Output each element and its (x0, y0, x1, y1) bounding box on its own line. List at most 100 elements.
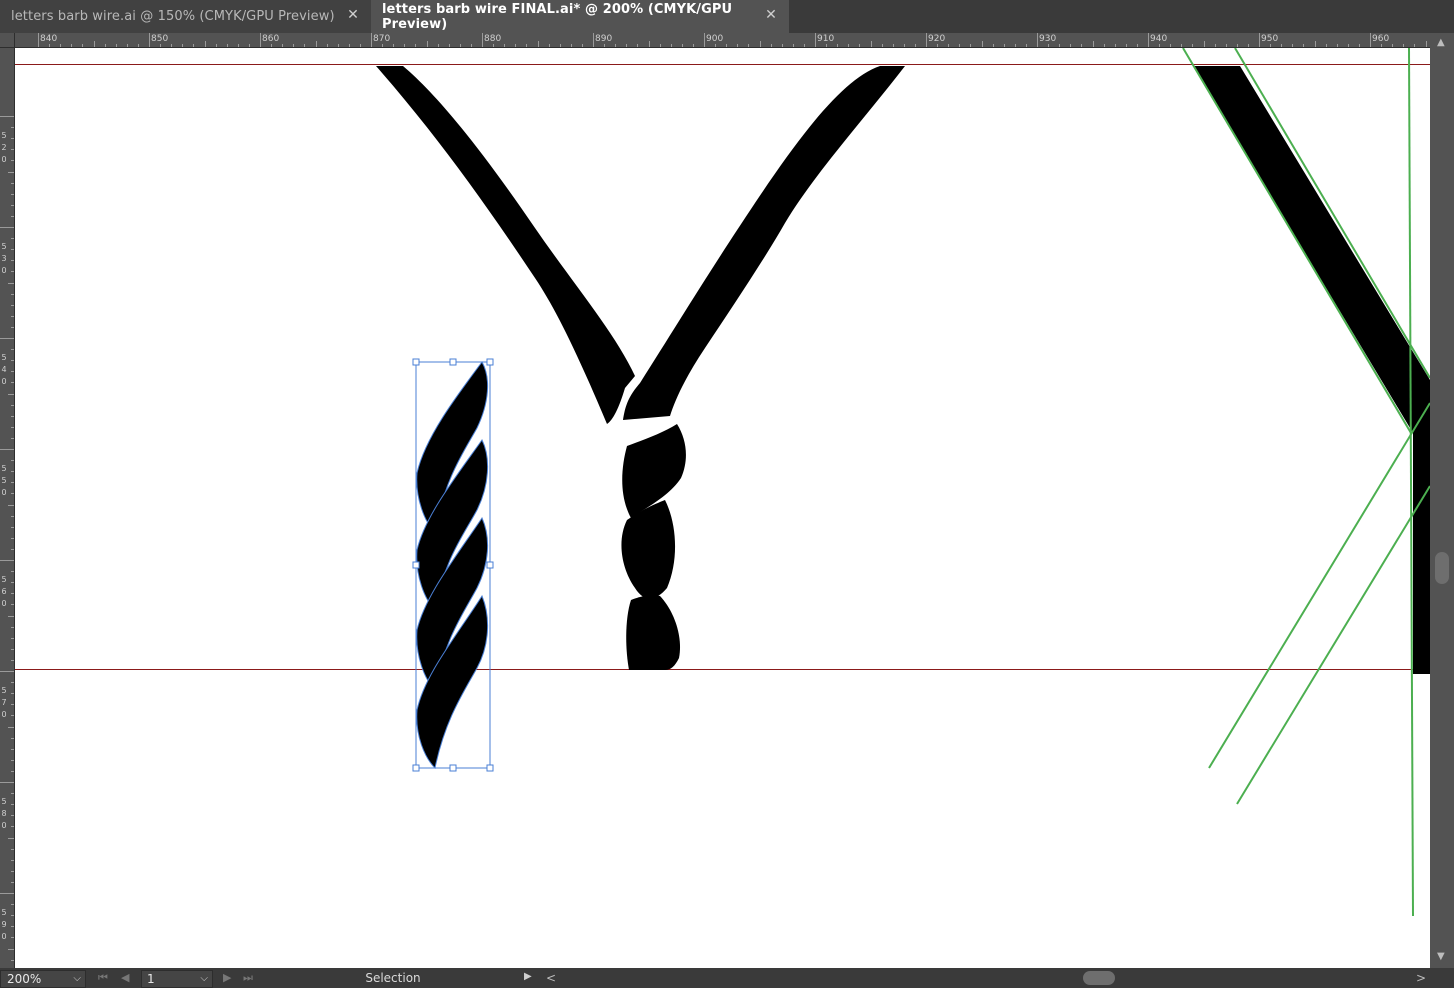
ruler-tick (881, 44, 883, 47)
ruler-tick (1014, 44, 1016, 47)
ruler-label: 930 (1039, 34, 1057, 44)
ruler-label: 520 (1, 131, 7, 164)
horizontal-scrollbar[interactable]: < > (540, 968, 1430, 988)
horizontal-ruler[interactable]: 840 850 860 870 880 890 900 910 920 930 940 950 960 (15, 33, 1430, 48)
ruler-tick (448, 44, 450, 47)
y-stem-twist-1[interactable] (622, 424, 686, 518)
ruler-tick (1092, 41, 1094, 47)
ruler-origin[interactable] (0, 33, 15, 48)
ruler-tick (137, 44, 139, 47)
ruler-tick (1048, 44, 1050, 47)
last-artboard-icon[interactable]: ⏭ (243, 971, 253, 985)
ruler-tick (11, 460, 14, 462)
ruler-tick (426, 41, 428, 47)
horizontal-scroll-thumb[interactable] (1083, 971, 1115, 985)
ruler-tick (11, 793, 14, 795)
status-bar: 200% ⌵ ⏮ ◀ 1 ⌵ ▶ ⏭ Selection ▶ < > (0, 968, 1454, 988)
vertical-ruler[interactable]: 520 530 540 550 560 570 580 590 (0, 48, 15, 968)
ruler-tick (11, 138, 14, 140)
artboard-number-select[interactable]: 1 ⌵ (141, 970, 213, 988)
ruler-tick (681, 44, 683, 47)
ruler-tick (11, 748, 14, 750)
ruler-tick (803, 44, 805, 47)
scroll-right-arrow[interactable]: > (1416, 971, 1426, 985)
ruler-tick (992, 44, 994, 47)
ruler-tick (60, 44, 62, 47)
tab-letters-barb-wire-final[interactable]: letters barb wire FINAL.ai* @ 200% (CMYK… (371, 0, 789, 33)
ruler-tick (11, 426, 14, 428)
ruler-tick (11, 593, 14, 595)
ruler-tick (704, 33, 705, 47)
ruler-tick (149, 33, 150, 47)
ruler-tick (11, 304, 14, 306)
ruler-tick (11, 360, 14, 362)
close-icon[interactable]: ✕ (347, 7, 359, 23)
ruler-tick (11, 415, 14, 417)
ruler-tick (1170, 44, 1172, 47)
scroll-left-arrow[interactable]: < (546, 971, 556, 985)
ruler-tick (1148, 33, 1149, 47)
ruler-tick (11, 215, 14, 217)
ruler-tick (11, 437, 14, 439)
ruler-tick (726, 44, 728, 47)
ruler-tick (11, 404, 14, 406)
ruler-label: 560 (1, 575, 7, 608)
ruler-tick (1425, 41, 1427, 47)
ruler-tick (1414, 44, 1416, 47)
ruler-tick (1081, 44, 1083, 47)
zoom-level-select[interactable]: 200% ⌵ (0, 970, 86, 988)
vertical-scrollbar[interactable]: ▲ ▼ (1430, 33, 1454, 968)
ruler-tick (937, 44, 939, 47)
ruler-tick (8, 837, 14, 839)
ruler-tick (1070, 44, 1072, 47)
ruler-tick (237, 44, 239, 47)
ruler-tick (11, 870, 14, 872)
scroll-up-arrow[interactable]: ▲ (1437, 37, 1445, 48)
tab-letters-barb-wire[interactable]: letters barb wire.ai @ 150% (CMYK/GPU Pr… (0, 0, 371, 33)
y-right-arm[interactable] (623, 66, 905, 420)
ruler-tick (38, 33, 39, 47)
ruler-tick (0, 893, 14, 894)
chevron-down-icon[interactable]: ⌵ (200, 971, 208, 987)
ruler-tick (1281, 44, 1283, 47)
artboard-number: 1 (147, 972, 155, 986)
ruler-tick (737, 44, 739, 47)
ruler-tick (11, 349, 14, 351)
ruler-tick (1381, 44, 1383, 47)
ruler-tick (8, 171, 14, 173)
status-menu-arrow-icon[interactable]: ▶ (524, 971, 532, 982)
previous-artboard-icon[interactable]: ◀ (121, 971, 129, 984)
ruler-tick (1325, 44, 1327, 47)
ruler-tick (11, 260, 14, 262)
vertical-scroll-thumb[interactable] (1435, 552, 1449, 584)
ruler-tick (959, 44, 961, 47)
scroll-down-arrow[interactable]: ▼ (1437, 951, 1445, 962)
close-icon[interactable]: ✕ (765, 7, 777, 23)
ruler-tick (315, 41, 317, 47)
diagonal-letter-stroke[interactable] (1193, 66, 1430, 674)
ruler-tick (11, 326, 14, 328)
selected-rope-group[interactable] (412, 358, 494, 772)
ruler-tick (11, 693, 14, 695)
chevron-down-icon[interactable]: ⌵ (73, 971, 81, 987)
ruler-tick (11, 682, 14, 684)
first-artboard-icon[interactable]: ⏮ (98, 971, 108, 985)
ruler-tick (948, 44, 950, 47)
ruler-tick (11, 848, 14, 850)
ruler-tick (293, 44, 295, 47)
ruler-tick (415, 44, 417, 47)
ruler-tick (11, 604, 14, 606)
next-artboard-icon[interactable]: ▶ (223, 971, 231, 984)
ruler-tick (11, 881, 14, 883)
ruler-tick (11, 537, 14, 539)
ruler-tick (1247, 44, 1249, 47)
ruler-tick (282, 44, 284, 47)
current-tool-label: Selection (365, 971, 421, 985)
ruler-tick (11, 182, 14, 184)
y-stem-twist-3[interactable] (626, 595, 681, 670)
artboard-canvas[interactable] (15, 48, 1430, 968)
y-left-arm[interactable] (376, 66, 635, 424)
ruler-tick (11, 937, 14, 939)
zoom-value: 200% (7, 972, 42, 986)
ruler-tick (914, 44, 916, 47)
